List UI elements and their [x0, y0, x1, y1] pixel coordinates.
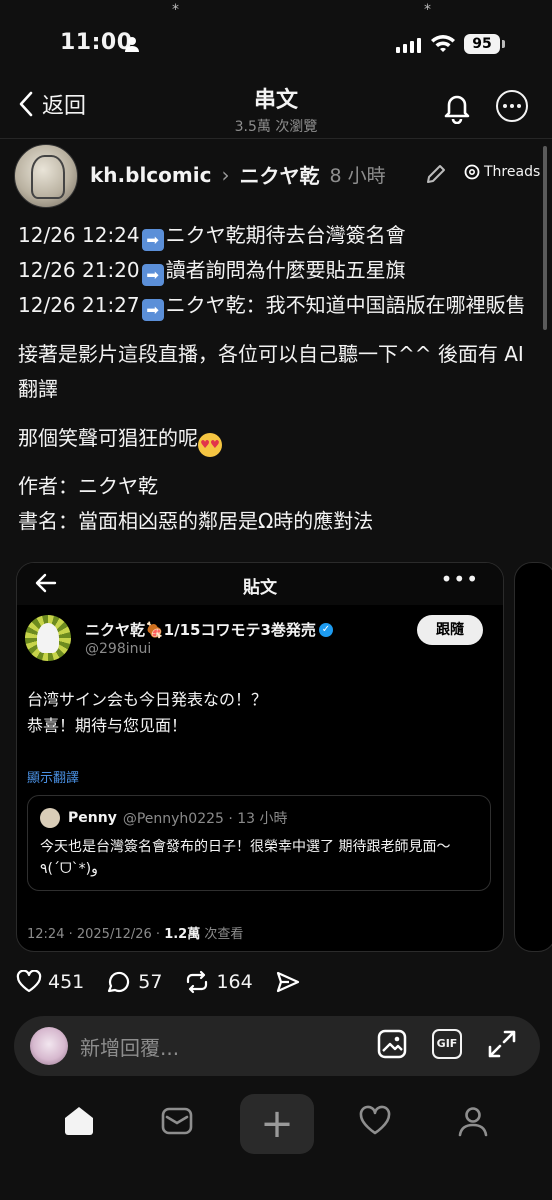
- mail-icon: [161, 1107, 193, 1135]
- author-row: kh.blcomic › ニクヤ乾 8 小時: [90, 160, 386, 189]
- image-icon[interactable]: [376, 1028, 408, 1064]
- line-text: ニクヤ乾：我不知道中国語版在哪裡販售: [165, 293, 526, 317]
- post-time: 8 小時: [329, 165, 386, 187]
- action-bar: 451 57 164: [16, 970, 301, 994]
- embed-line: 恭喜！期待与您见面！: [27, 716, 188, 735]
- plus-icon: +: [260, 1101, 294, 1147]
- threads-label: Threads: [484, 164, 541, 180]
- reply-count: 57: [138, 971, 163, 993]
- author-avatar[interactable]: [14, 144, 78, 208]
- coauthor-name[interactable]: ニクヤ乾: [239, 160, 319, 189]
- embed-text: 台湾サイン会も今日発表なの！？ 恭喜！期待与您见面！: [27, 687, 267, 739]
- tab-activity[interactable]: [358, 1104, 392, 1142]
- tab-new-post[interactable]: +: [240, 1094, 314, 1154]
- quoted-post: Penny @Pennyh0225 · 13 小時 今天也是台灣簽名會發布的日子…: [27, 795, 491, 891]
- person-icon: [124, 36, 140, 56]
- battery-tip: [502, 40, 505, 48]
- comment-icon: [108, 971, 130, 993]
- send-icon: [276, 971, 299, 993]
- embed-title: 貼文: [243, 578, 277, 598]
- profile-icon: [458, 1107, 488, 1137]
- post-paragraph: 那個笑聲可猖狂的呢 ♥♥: [18, 421, 528, 457]
- author-name[interactable]: kh.blcomic: [90, 163, 211, 187]
- cell-signal-icon: [396, 38, 421, 53]
- like-button[interactable]: 451: [16, 970, 84, 994]
- embed-line: 台湾サイン会も今日発表なの！？: [27, 690, 268, 709]
- quote-meta: @Pennyh0225 · 13 小時: [122, 811, 288, 827]
- reply-bar[interactable]: 新增回覆... GIF: [14, 1016, 540, 1076]
- embedded-post-image[interactable]: 貼文 ••• ニクヤ乾🍖1/15コワモテ3巻発売 ✓ @298inui 跟隨 台…: [16, 562, 504, 952]
- heart-icon: [16, 970, 42, 993]
- threads-icon: [464, 164, 480, 180]
- gif-icon[interactable]: GIF: [432, 1029, 462, 1059]
- camera-indicator: *: [424, 2, 431, 18]
- reply-button[interactable]: 57: [106, 970, 162, 994]
- camera-indicator: *: [172, 2, 179, 18]
- scrollbar[interactable]: [543, 146, 547, 330]
- right-arrow-icon: ➡: [141, 264, 164, 286]
- timeline-line: 12/26 12:24 ➡ ニクヤ乾期待去台灣簽名會: [18, 218, 528, 253]
- heart-icon: [359, 1105, 391, 1135]
- author-credit: 作者：ニクヤ乾: [18, 474, 158, 498]
- verified-icon: ✓: [318, 622, 333, 637]
- user-avatar: [30, 1027, 68, 1065]
- tab-profile[interactable]: [456, 1104, 490, 1142]
- share-button[interactable]: [275, 970, 301, 994]
- quote-name: Penny: [68, 810, 117, 826]
- show-translation-link: 顯示翻譯: [27, 771, 80, 786]
- chevron-right-icon: ›: [221, 162, 230, 187]
- expand-icon[interactable]: [486, 1028, 518, 1064]
- embed-views: 1.2萬: [164, 927, 201, 942]
- header-divider: [0, 138, 552, 139]
- quote-avatar: [40, 808, 60, 828]
- bell-icon[interactable]: [440, 90, 474, 128]
- line-text: 讀者詢問為什麼要貼五星旗: [165, 258, 406, 282]
- repost-icon: [187, 970, 208, 994]
- laugh-text: 那個笑聲可猖狂的呢: [18, 426, 198, 450]
- more-horizontal-icon: •••: [440, 567, 479, 591]
- line-date: 12/26 21:20: [18, 258, 140, 282]
- embed-footer: 12:24 · 2025/12/26 · 1.2萬 次查看: [27, 923, 243, 942]
- reply-input[interactable]: 新增回覆...: [80, 1032, 179, 1061]
- home-icon: [65, 1107, 93, 1135]
- embed-views-suffix: 次查看: [200, 927, 244, 942]
- tab-home[interactable]: [62, 1104, 96, 1142]
- battery-indicator: 95: [464, 34, 500, 54]
- quote-header: Penny @Pennyh0225 · 13 小時: [68, 808, 288, 828]
- pencil-icon[interactable]: [424, 162, 448, 190]
- line-date: 12/26 21:27: [18, 293, 140, 317]
- threads-badge[interactable]: Threads: [464, 164, 540, 180]
- embed-avatar: [25, 615, 71, 661]
- book-title: 書名：當面相凶惡的鄰居是Ω時的應對法: [18, 509, 374, 533]
- tab-inbox[interactable]: [160, 1104, 194, 1142]
- embed-author: ニクヤ乾🍖1/15コワモテ3巻発売 ✓: [85, 619, 333, 640]
- timeline-line: 12/26 21:27 ➡ ニクヤ乾：我不知道中国語版在哪裡販售: [18, 288, 528, 323]
- follow-button: 跟隨: [417, 615, 483, 645]
- wifi-icon: [430, 33, 456, 57]
- quote-text: 今天也是台灣簽名會發布的日子！很榮幸中選了 期待跟老師見面～٩(ˊᗜˋ*)و: [40, 839, 451, 877]
- right-arrow-icon: ➡: [141, 229, 164, 251]
- like-count: 451: [48, 971, 85, 993]
- right-arrow-icon: ➡: [141, 299, 164, 321]
- status-time: 11:00: [60, 30, 133, 55]
- embed-author-name: ニクヤ乾🍖1/15コワモテ3巻発売: [85, 621, 316, 639]
- line-date: 12/26 12:24: [18, 223, 140, 247]
- timeline-line: 12/26 21:20 ➡ 讀者詢問為什麼要貼五星旗: [18, 253, 528, 288]
- post-paragraph: 接著是影片這段直播，各位可以自己聽一下^^ 後面有 AI 翻譯: [18, 342, 524, 401]
- repost-count: 164: [216, 971, 253, 993]
- post-body: 12/26 12:24 ➡ ニクヤ乾期待去台灣簽名會 12/26 21:20 ➡ 讀者詢…: [18, 218, 528, 553]
- next-image-peek[interactable]: [514, 562, 552, 952]
- line-text: ニクヤ乾期待去台灣簽名會: [165, 223, 406, 247]
- embed-timestamp: 12:24 · 2025/12/26 ·: [27, 927, 165, 942]
- repost-button[interactable]: 164: [184, 970, 253, 994]
- embed-handle: @298inui: [85, 641, 152, 657]
- heart-eyes-icon: ♥♥: [198, 433, 222, 457]
- more-options-icon[interactable]: [496, 90, 528, 122]
